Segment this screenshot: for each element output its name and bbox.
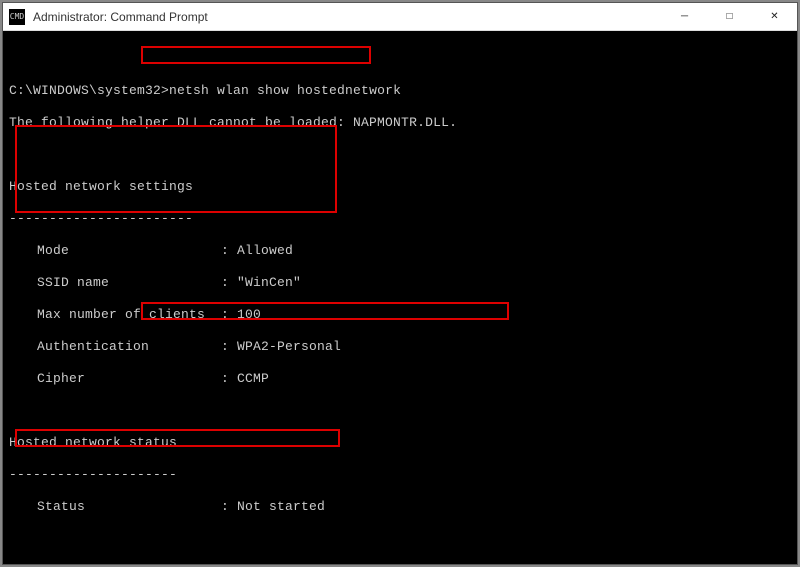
field-value: Not started <box>237 499 325 514</box>
field-value: Allowed <box>237 243 293 258</box>
close-button[interactable]: ✕ <box>752 3 797 31</box>
field-label: Cipher : <box>37 371 237 386</box>
section-header: Hosted network settings <box>9 179 791 195</box>
maximize-button[interactable]: □ <box>707 3 752 31</box>
window-title: Administrator: Command Prompt <box>31 10 662 24</box>
cmd-window: CMD Administrator: Command Prompt ─ □ ✕ … <box>2 2 798 565</box>
dashes: ----------------------- <box>9 211 791 227</box>
error-line: The following helper DLL cannot be loade… <box>9 115 791 131</box>
field-value: 100 <box>237 307 261 322</box>
field-value: "WinCen" <box>237 275 301 290</box>
field-label: Authentication : <box>37 339 237 354</box>
dashes: --------------------- <box>9 467 791 483</box>
field-label: Max number of clients : <box>37 307 237 322</box>
section-header: Hosted network status <box>9 435 791 451</box>
command-text: netsh wlan show hostednetwork <box>169 83 401 98</box>
field-label: Mode : <box>37 243 237 258</box>
prompt-path: C:\WINDOWS\system32> <box>9 83 169 98</box>
titlebar[interactable]: CMD Administrator: Command Prompt ─ □ ✕ <box>3 3 797 31</box>
field-label: SSID name : <box>37 275 237 290</box>
field-value: CCMP <box>237 371 269 386</box>
terminal-output[interactable]: C:\WINDOWS\system32>netsh wlan show host… <box>3 31 797 564</box>
field-label: Status : <box>37 499 237 514</box>
minimize-button[interactable]: ─ <box>662 3 707 31</box>
highlight-box <box>15 125 337 213</box>
cmd-icon: CMD <box>9 9 25 25</box>
field-value: WPA2-Personal <box>237 339 341 354</box>
